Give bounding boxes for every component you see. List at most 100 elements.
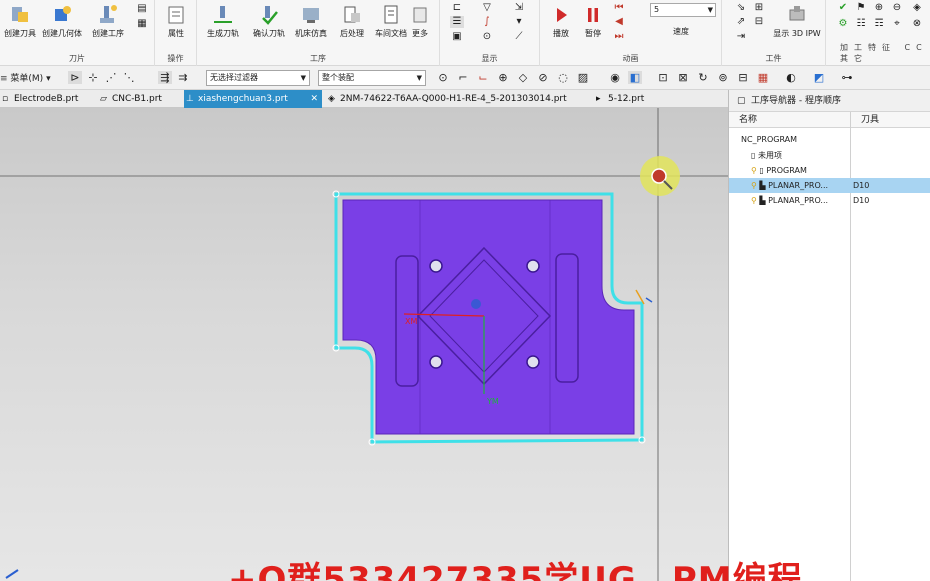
check-icon[interactable]: ✔ bbox=[836, 2, 850, 14]
layer-icon[interactable]: ⊶ bbox=[840, 71, 854, 84]
chevron-down-icon: ▼ bbox=[707, 6, 713, 14]
workpiece-icon-5[interactable]: ⊟ bbox=[752, 16, 766, 28]
snap-face-icon[interactable]: ▨ bbox=[576, 71, 590, 84]
circle-icon[interactable]: ⊙ bbox=[480, 31, 494, 43]
shaded-cube-icon[interactable]: ◧ bbox=[628, 71, 642, 84]
feature-icon-8[interactable]: ⌖ bbox=[890, 18, 904, 30]
nav-row-planar-1[interactable]: ⚲ ▙ PLANAR_PRO... D10 bbox=[729, 178, 930, 193]
postprocess-button[interactable]: 后处理 bbox=[330, 4, 374, 39]
snap-tangent-icon[interactable]: ⊘ bbox=[536, 71, 550, 84]
small-tool-icon[interactable]: ▤ bbox=[135, 3, 149, 15]
display-icon-5[interactable]: ⇲ bbox=[512, 2, 526, 14]
feature-icon-1[interactable]: ⚑ bbox=[854, 2, 868, 14]
small-tool-icon-2[interactable]: ▦ bbox=[135, 18, 149, 30]
view-layout-icon[interactable]: ▦ bbox=[756, 71, 770, 84]
select-icon[interactable]: ⊳ bbox=[68, 71, 82, 84]
workpiece-icon-3[interactable]: ⇥ bbox=[734, 31, 748, 43]
rotate-icon[interactable]: ↻ bbox=[696, 71, 710, 84]
column-name[interactable]: 名称 bbox=[729, 112, 757, 128]
pause-button[interactable]: 暂停 bbox=[576, 4, 610, 39]
workpiece-icon-1[interactable]: ⇘ bbox=[734, 2, 748, 14]
model-canvas[interactable]: XM YM bbox=[0, 108, 728, 581]
tab-xiashengchuan3[interactable]: ⊥ xiashengchuan3.prt ✕ bbox=[184, 90, 322, 108]
graphics-viewport[interactable]: XM YM bbox=[0, 108, 728, 581]
feature-icon-7[interactable]: ☶ bbox=[872, 18, 886, 30]
feature-icon-4[interactable]: ◈ bbox=[910, 2, 924, 14]
assembly-scope-select[interactable]: 整个装配 ▼ bbox=[318, 70, 426, 86]
create-geometry-button[interactable]: 创建几何体 bbox=[42, 4, 82, 39]
hole[interactable] bbox=[526, 259, 540, 273]
magnifier-icon[interactable] bbox=[651, 168, 667, 184]
nav-row-nc-program[interactable]: NC_PROGRAM bbox=[729, 132, 930, 147]
verify-toolpath-button[interactable]: 确认刀轨 bbox=[247, 4, 291, 39]
filter-icon-2[interactable]: ⇉ bbox=[176, 71, 190, 84]
snap-end-icon[interactable]: ⌐ bbox=[456, 71, 470, 84]
feature-icon-9[interactable]: ⊗ bbox=[910, 18, 924, 30]
properties-button[interactable]: 属性 bbox=[156, 4, 196, 39]
filter-icon-1[interactable]: ⇶ bbox=[158, 71, 172, 84]
feature-icon-6[interactable]: ☷ bbox=[854, 18, 868, 30]
create-tool-icon bbox=[12, 7, 28, 22]
feature-icon-3[interactable]: ⊖ bbox=[890, 2, 904, 14]
more-button[interactable]: 更多 bbox=[405, 4, 435, 39]
workpiece-icon-4[interactable]: ⊞ bbox=[752, 2, 766, 14]
view-icon[interactable]: ◉ bbox=[608, 71, 622, 84]
feature-icon-2[interactable]: ⊕ bbox=[872, 2, 886, 14]
close-icon[interactable]: ✕ bbox=[310, 90, 318, 108]
display-icon-6[interactable]: ▾ bbox=[512, 16, 526, 28]
nav-row-program[interactable]: ⚲ ▯ PROGRAM bbox=[729, 163, 930, 178]
play-button[interactable]: 播放 bbox=[544, 4, 578, 39]
menu-button[interactable]: ≡ 菜单(M) ▾ bbox=[0, 71, 51, 85]
zoom-icon[interactable]: ⊠ bbox=[676, 71, 690, 84]
nav-row-unused[interactable]: ▯ 未用项 bbox=[729, 148, 930, 163]
shop-docs-icon bbox=[384, 5, 398, 24]
step-back-icon[interactable]: ⏮ bbox=[612, 2, 626, 14]
step-icon[interactable]: ◀ bbox=[612, 16, 626, 28]
tab-cnc-b1[interactable]: ▱ CNC-B1.prt bbox=[98, 90, 182, 108]
cube-view-icon[interactable]: ◩ bbox=[812, 71, 826, 84]
pause-icon bbox=[588, 8, 598, 22]
pan-icon[interactable]: ⊚ bbox=[716, 71, 730, 84]
hole[interactable] bbox=[526, 355, 540, 369]
z-axis-handle-icon[interactable] bbox=[471, 299, 481, 309]
display-icon-4[interactable]: ▽ bbox=[480, 2, 494, 14]
step-forward-icon[interactable]: ⏭ bbox=[612, 31, 626, 43]
machine-simulation-button[interactable]: 机床仿真 bbox=[289, 4, 333, 39]
selection-filter-select[interactable]: 无选择过滤器 ▼ bbox=[206, 70, 310, 86]
feature-icon-5[interactable]: ⚙ bbox=[836, 18, 850, 30]
render-style-icon[interactable]: ◐ bbox=[784, 71, 798, 84]
create-tool-button[interactable]: 创建刀具 bbox=[0, 4, 40, 39]
snap-quad-icon[interactable]: ◇ bbox=[516, 71, 530, 84]
display-icon-3[interactable]: ▣ bbox=[450, 31, 464, 43]
snap-point-icon[interactable]: ⊙ bbox=[436, 71, 450, 84]
speed-input[interactable]: 5 ▼ bbox=[650, 3, 716, 17]
generate-toolpath-button[interactable]: 生成刀轨 bbox=[201, 4, 245, 39]
snap-center-icon[interactable]: ⊕ bbox=[496, 71, 510, 84]
snap-mid-icon[interactable]: ⌙ bbox=[476, 71, 490, 84]
hole[interactable] bbox=[429, 355, 443, 369]
orient-icon[interactable]: ⊟ bbox=[736, 71, 750, 84]
group-workpiece: ⇘ ⇗ ⇥ ⊞ ⊟ 显示 3D IPW 工件 bbox=[722, 0, 826, 66]
tab-5-12[interactable]: ▸ 5-12.prt bbox=[594, 90, 666, 108]
display-icon-7[interactable]: ⟋ bbox=[512, 31, 526, 43]
watermark-text: +Q群533427335学UG，PM编程 bbox=[228, 560, 803, 581]
snap-icon-3[interactable]: ⋱ bbox=[122, 71, 136, 84]
view-triad-icon bbox=[5, 569, 19, 579]
hole[interactable] bbox=[429, 259, 443, 273]
zoom-fit-icon[interactable]: ⊡ bbox=[656, 71, 670, 84]
curve-icon[interactable]: ∫ bbox=[480, 16, 494, 28]
snap-grid-icon[interactable]: ◌ bbox=[556, 71, 570, 84]
edge-handle-icon[interactable] bbox=[645, 297, 653, 303]
nav-row-planar-2[interactable]: ⚲ ▙ PLANAR_PRO... D10 bbox=[729, 193, 930, 208]
tab-electrodeb[interactable]: ▫ ElectrodeB.prt bbox=[0, 90, 92, 108]
column-tool[interactable]: 刀具 bbox=[851, 112, 879, 128]
snap-icon-1[interactable]: ⊹ bbox=[86, 71, 100, 84]
display-icon-1[interactable]: ⊏ bbox=[450, 2, 464, 14]
postprocess-icon bbox=[344, 6, 360, 23]
tab-2nm-74622[interactable]: ◈ 2NM-74622-T6AA-Q000-H1-RE-4_5-201303014… bbox=[326, 90, 584, 108]
workpiece-icon-2[interactable]: ⇗ bbox=[734, 16, 748, 28]
display-icon-2[interactable]: ☰ bbox=[450, 16, 464, 28]
snap-icon-2[interactable]: ⋰ bbox=[104, 71, 118, 84]
create-operation-button[interactable]: 创建工序 bbox=[88, 4, 128, 39]
show-3d-ipw-button[interactable]: 显示 3D IPW bbox=[770, 4, 824, 39]
